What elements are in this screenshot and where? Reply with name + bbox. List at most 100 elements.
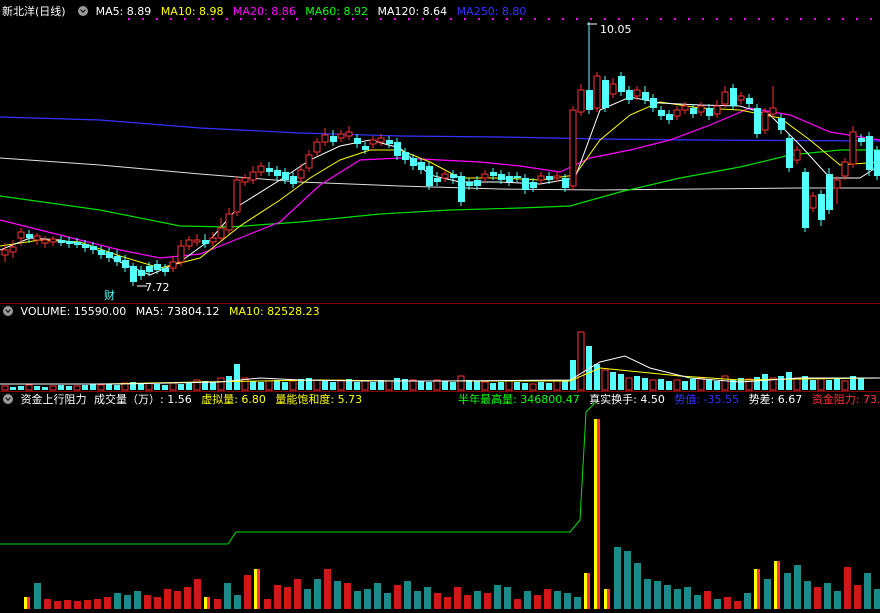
indicator-bar — [444, 597, 451, 609]
top-marker-dot — [576, 18, 578, 20]
top-marker-dot — [604, 18, 606, 20]
volume-bar-down — [546, 383, 552, 390]
candle-body-up — [673, 109, 681, 117]
volume-bar-up — [385, 380, 393, 391]
indicator-bar — [854, 585, 861, 609]
volume-bar-down — [610, 372, 616, 390]
volume-bar-down — [66, 386, 72, 390]
top-marker-dot — [716, 18, 718, 20]
top-marker-dot — [338, 18, 340, 20]
candle-body-down — [58, 240, 65, 243]
dropdown-icon[interactable] — [3, 306, 13, 316]
candle-body-down — [386, 140, 393, 144]
indicator-bar — [874, 589, 880, 609]
volume-bar-up — [529, 383, 537, 391]
top-marker-dot — [156, 18, 158, 20]
indicator-bar — [354, 591, 361, 609]
candle-body-down — [266, 168, 273, 172]
volume-bar-down — [642, 378, 648, 390]
indicator-bar — [334, 581, 341, 609]
candle-body-down — [434, 178, 441, 182]
volume-bar-up — [577, 331, 585, 391]
candle-body-down — [506, 176, 513, 182]
volume-bar-up — [625, 377, 633, 391]
top-marker-dot — [408, 18, 410, 20]
indicator-pane[interactable]: 资金上行阻力 成交量（万）: 1.56 虚拟量: 6.80 量能饱和度: 5.7… — [0, 392, 880, 613]
top-marker-dot — [590, 18, 592, 20]
candle-body-down — [402, 152, 409, 160]
top-marker-dot — [534, 18, 536, 20]
indicator-bar-edge — [587, 573, 590, 609]
volume-bar-down — [858, 378, 864, 390]
candle-body-up — [713, 105, 721, 115]
top-marker-dot — [520, 18, 522, 20]
candle-body-down — [330, 136, 337, 142]
candle-body-down — [466, 182, 473, 186]
indicator-bar — [154, 597, 161, 609]
top-marker-dot — [198, 18, 200, 20]
volume-bar-down — [522, 383, 528, 390]
indicator-bar — [834, 591, 841, 609]
volume-bar-down — [570, 360, 576, 390]
volume-bar-up — [505, 380, 513, 391]
volume-bar-down — [114, 385, 120, 390]
candle-body-down — [290, 176, 297, 184]
indicator-bar — [434, 593, 441, 609]
candle-body-up — [761, 111, 769, 131]
indicator-chart — [0, 401, 880, 609]
top-marker-dot — [506, 18, 508, 20]
volume-bar-up — [97, 384, 105, 391]
half-year-max-label: 半年最高量: 346800.47 — [458, 393, 580, 406]
top-marker-dot — [436, 18, 438, 20]
candle-body-down — [26, 234, 33, 238]
indicator-bar — [664, 585, 671, 609]
indicator-bar — [274, 585, 281, 609]
volume-bar-down — [106, 384, 112, 390]
indicator-bar — [84, 600, 91, 609]
indicator-bar-edge — [607, 589, 610, 609]
candle-body-up — [185, 239, 193, 247]
candle-body-down — [162, 268, 169, 272]
top-marker-dot — [296, 18, 298, 20]
volume-bar-down — [634, 376, 640, 390]
fund-resistance-label: 资金阻力: 73.16 — [811, 393, 880, 406]
caifu-marker: 财 — [104, 288, 115, 302]
candle-body-down — [450, 174, 457, 178]
volume-bar-down — [658, 379, 664, 390]
indicator-bar — [774, 561, 777, 609]
volume-bar-up — [1, 385, 9, 391]
indicator-bar — [144, 595, 151, 609]
indicator-bar — [654, 581, 661, 609]
ma20-line — [0, 107, 880, 259]
indicator-bar — [634, 563, 641, 609]
indicator-bar — [164, 589, 171, 609]
candle-body-down — [154, 264, 161, 270]
candle-body-down — [458, 176, 465, 202]
ma10-line — [0, 101, 880, 269]
indicator-bar — [364, 589, 371, 609]
candle-body-down — [498, 174, 505, 180]
dropdown-icon[interactable] — [3, 394, 13, 404]
volume-bar-down — [762, 374, 768, 390]
price-chart-pane[interactable]: 新北洋(日线) MA5: 8.89 MA10: 8.98 MA20: 8.86 … — [0, 0, 880, 303]
candle-body-down — [114, 256, 121, 262]
volume-bar-down — [322, 381, 328, 390]
top-marker-dot — [352, 18, 354, 20]
volume-pane[interactable]: VOLUME: 15590.00 MA5: 73804.12 MA10: 825… — [0, 304, 880, 392]
volume-bar-up — [193, 379, 201, 391]
candle-body-down — [410, 158, 417, 166]
volume-bar-down — [666, 381, 672, 390]
volume-bar-down — [274, 380, 280, 390]
indicator-bar — [214, 599, 221, 609]
indicator-bar — [304, 589, 311, 609]
candle-body-down — [642, 92, 649, 100]
candle-body-down — [490, 172, 497, 176]
indicator-bar — [624, 551, 631, 609]
candle-body-down — [586, 90, 593, 110]
volume-bar-down — [834, 379, 840, 390]
top-marker-dot — [226, 18, 228, 20]
indicator-bar — [44, 599, 51, 609]
candle-body-down — [362, 146, 369, 150]
candle-body-up — [9, 246, 17, 253]
candle-body-down — [90, 246, 97, 250]
